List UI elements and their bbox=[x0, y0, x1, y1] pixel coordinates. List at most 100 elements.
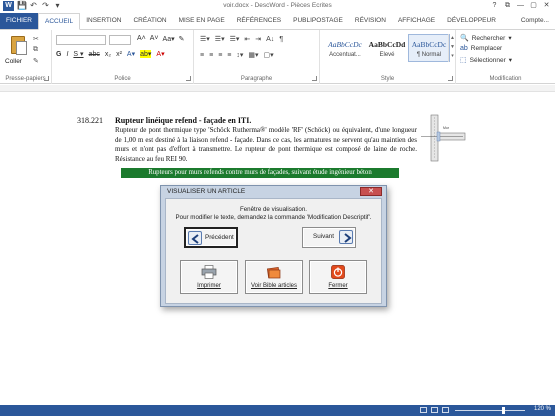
shading-icon[interactable]: ▦▾ bbox=[248, 51, 258, 59]
styles-launcher-icon[interactable] bbox=[448, 76, 453, 81]
chevron-down-icon[interactable]: ▼ bbox=[449, 43, 456, 52]
power-icon bbox=[331, 265, 345, 279]
close-window-icon[interactable]: ✕ bbox=[540, 0, 553, 11]
style-accentuation[interactable]: AaBbCcDc Accentuat... bbox=[324, 34, 366, 62]
bold-button[interactable]: G bbox=[56, 51, 61, 58]
tab-accueil[interactable]: ACCUEIL bbox=[38, 13, 81, 30]
status-bar: 120 % bbox=[0, 405, 555, 416]
books-icon bbox=[266, 266, 281, 279]
paragraph-group-label: Paragraphe bbox=[240, 76, 273, 82]
tab-references[interactable]: RÉFÉRENCES bbox=[231, 13, 287, 29]
subscript-button[interactable]: x₂ bbox=[105, 51, 111, 58]
highlight-color-icon[interactable]: ab▾ bbox=[140, 50, 152, 58]
print-button[interactable]: Imprimer bbox=[180, 260, 238, 294]
select-button[interactable]: ⬚ Sélectionner ▾ bbox=[460, 56, 512, 65]
visualiser-article-dialog: VISUALISER UN ARTICLE ✕ Fenêtre de visua… bbox=[160, 185, 387, 307]
title-bar: W 💾 ↶ ↷ ▾ voir.docx - DescWord - Pièces … bbox=[0, 0, 555, 13]
align-left-icon[interactable]: ≡ bbox=[200, 52, 204, 59]
next-label: Suivant bbox=[313, 233, 335, 240]
bible-articles-label: Voir Bible articles bbox=[250, 283, 298, 289]
dialog-close-icon[interactable]: ✕ bbox=[360, 187, 382, 196]
tab-affichage[interactable]: AFFICHAGE bbox=[392, 13, 441, 29]
styles-group: AaBbCcDc Accentuat... AaBbCcDd Elevé AaB… bbox=[320, 30, 456, 84]
find-button[interactable]: 🔍 Rechercher ▾ bbox=[460, 34, 512, 43]
tab-creation[interactable]: CRÉATION bbox=[127, 13, 172, 29]
sort-icon[interactable]: A↓ bbox=[266, 36, 274, 43]
clear-format-icon[interactable]: ✎ bbox=[179, 35, 185, 43]
bible-articles-button[interactable]: Voir Bible articles bbox=[245, 260, 303, 294]
ribbon-tabs: FICHIER ACCUEIL INSERTION CRÉATION MISE … bbox=[0, 13, 555, 30]
paragraph-launcher-icon[interactable] bbox=[312, 76, 317, 81]
read-mode-icon[interactable] bbox=[420, 407, 427, 413]
strikethrough-button[interactable]: abc bbox=[89, 51, 100, 58]
show-marks-icon[interactable]: ¶ bbox=[279, 36, 283, 43]
window-controls: ? ⧉ — ▢ ✕ bbox=[488, 0, 553, 11]
justify-icon[interactable]: ≡ bbox=[227, 52, 231, 59]
window-title: voir.docx - DescWord - Pièces Ecrites bbox=[223, 2, 332, 9]
line-spacing-icon[interactable]: ↕▾ bbox=[236, 51, 243, 59]
font-launcher-icon[interactable] bbox=[186, 76, 191, 81]
align-right-icon[interactable]: ≡ bbox=[218, 52, 222, 59]
tab-developpeur[interactable]: DÉVELOPPEUR bbox=[441, 13, 502, 29]
next-button[interactable]: Suivant bbox=[302, 227, 356, 248]
printer-icon bbox=[201, 265, 217, 279]
tab-mise-en-page[interactable]: MISE EN PAGE bbox=[173, 13, 231, 29]
bullets-icon[interactable]: ☰▾ bbox=[200, 35, 210, 43]
ruler[interactable] bbox=[0, 85, 555, 92]
modification-group-label: Modification bbox=[489, 76, 522, 82]
account-menu[interactable]: Compte... bbox=[515, 13, 555, 29]
shrink-font-icon[interactable]: A˅ bbox=[150, 35, 159, 43]
close-dialog-button[interactable]: Fermer bbox=[309, 260, 367, 294]
superscript-button[interactable]: x² bbox=[116, 51, 122, 58]
zoom-slider-thumb[interactable] bbox=[502, 407, 505, 414]
previous-button[interactable]: Précédent bbox=[184, 227, 238, 248]
underline-button[interactable]: S ▾ bbox=[73, 50, 83, 58]
font-group: A˄ A˅ Aa▾ ✎ G I S ▾ abc x₂ x² A▾ ab▾ A▾ … bbox=[52, 30, 194, 84]
paste-icon[interactable] bbox=[9, 34, 29, 56]
article-title: Rupteur linéique refend - façade en ITI. bbox=[115, 116, 252, 125]
cut-icon[interactable]: ✂ bbox=[33, 35, 39, 43]
minimize-icon[interactable]: — bbox=[514, 0, 527, 11]
font-color-icon[interactable]: A▾ bbox=[156, 50, 164, 58]
more-styles-icon[interactable]: ▾ bbox=[449, 52, 456, 61]
zoom-level[interactable]: 120 % bbox=[534, 406, 551, 412]
numbering-icon[interactable]: ☰▾ bbox=[215, 35, 225, 43]
decrease-indent-icon[interactable]: ⇤ bbox=[244, 35, 250, 43]
increase-indent-icon[interactable]: ⇥ bbox=[255, 35, 261, 43]
paste-button-label[interactable]: Coller bbox=[5, 58, 22, 65]
style-eleve[interactable]: AaBbCcDd Elevé bbox=[366, 34, 408, 62]
dialog-message-1: Fenêtre de visualisation. bbox=[239, 206, 308, 213]
styles-scroll[interactable]: ▲ ▼ ▾ bbox=[448, 34, 456, 62]
font-size-input[interactable] bbox=[109, 35, 131, 45]
text-effects-icon[interactable]: A▾ bbox=[127, 50, 135, 58]
ribbon-display-icon[interactable]: ⧉ bbox=[501, 0, 514, 11]
drawing-label: Mur bbox=[443, 126, 450, 130]
article-number: 318.221 bbox=[77, 116, 103, 125]
multilevel-list-icon[interactable]: ☰▾ bbox=[230, 35, 240, 43]
borders-icon[interactable]: ▢▾ bbox=[264, 51, 274, 59]
tab-fichier[interactable]: FICHIER bbox=[0, 13, 38, 29]
style-normal[interactable]: AaBbCcDc ¶ Normal bbox=[408, 34, 450, 62]
grow-font-icon[interactable]: A˄ bbox=[137, 35, 146, 43]
font-group-label: Police bbox=[114, 76, 131, 82]
tab-publipostage[interactable]: PUBLIPOSTAGE bbox=[287, 13, 349, 29]
zoom-slider[interactable] bbox=[455, 410, 525, 411]
font-name-input[interactable] bbox=[56, 35, 106, 45]
tab-insertion[interactable]: INSERTION bbox=[80, 13, 127, 29]
align-center-icon[interactable]: ≡ bbox=[209, 52, 213, 59]
print-layout-icon[interactable] bbox=[431, 407, 438, 413]
web-layout-icon[interactable] bbox=[442, 407, 449, 413]
help-icon[interactable]: ? bbox=[488, 0, 501, 11]
tab-revision[interactable]: RÉVISION bbox=[349, 13, 392, 29]
article-body: Rupteur de pont thermique type 'Schöck R… bbox=[115, 126, 417, 163]
clipboard-launcher-icon[interactable] bbox=[44, 76, 49, 81]
change-case-icon[interactable]: Aa▾ bbox=[163, 35, 175, 43]
italic-button[interactable]: I bbox=[66, 51, 68, 58]
copy-icon[interactable]: ⧉ bbox=[33, 46, 39, 54]
chevron-up-icon[interactable]: ▲ bbox=[449, 34, 456, 43]
maximize-icon[interactable]: ▢ bbox=[527, 0, 540, 11]
modification-group: 🔍 Rechercher ▾ ab Remplacer ⬚ Sélectionn… bbox=[456, 30, 555, 84]
format-painter-icon[interactable]: ✎ bbox=[33, 57, 39, 65]
styles-group-label: Style bbox=[380, 76, 395, 82]
replace-button[interactable]: ab Remplacer bbox=[460, 45, 502, 52]
